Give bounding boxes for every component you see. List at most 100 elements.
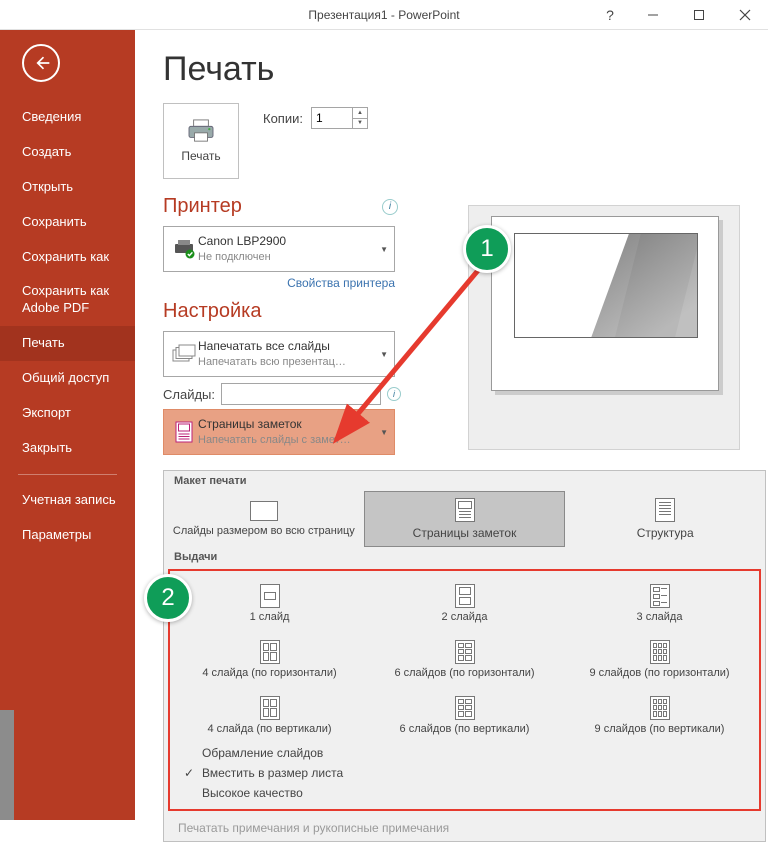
printer-icon [186, 119, 216, 143]
title-bar: Презентация1 - PowerPoint ? [0, 0, 768, 30]
minimize-button[interactable] [630, 0, 676, 30]
handout-6h[interactable]: 6 слайдов (по горизонтали) [367, 631, 562, 687]
preview-page [491, 216, 719, 391]
chevron-down-icon: ▼ [380, 428, 388, 437]
handout-label: 9 слайдов (по вертикали) [595, 723, 725, 735]
layout-item-label: Структура [637, 526, 694, 540]
copies-spinner[interactable]: ▲ ▼ [311, 107, 368, 129]
handout-label: 4 слайда (по горизонтали) [202, 667, 336, 679]
handout-9v[interactable]: 9 слайдов (по вертикали) [562, 687, 757, 743]
option-frame-slides[interactable]: Обрамление слайдов [172, 743, 757, 763]
sidebar-item-saveas-pdf[interactable]: Сохранить как Adobe PDF [0, 274, 135, 326]
sidebar-item-new[interactable]: Создать [0, 135, 135, 170]
option-fit-to-page[interactable]: Вместить в размер листа [172, 763, 757, 783]
handout-4h[interactable]: 4 слайда (по горизонтали) [172, 631, 367, 687]
layout-full-page[interactable]: Слайды размером во всю страницу [164, 491, 364, 547]
slide-thumbnail [514, 233, 698, 338]
handout-1-icon [260, 584, 280, 608]
handout-4v-icon [260, 696, 280, 720]
spinner-down-icon[interactable]: ▼ [353, 119, 367, 129]
chevron-down-icon: ▼ [380, 350, 388, 359]
back-button[interactable] [22, 44, 60, 82]
handout-3[interactable]: 3 слайда [562, 575, 757, 631]
scrollbar-thumb[interactable] [0, 710, 14, 820]
option-high-quality[interactable]: Высокое качество [172, 783, 757, 803]
handout-label: 2 слайда [442, 611, 488, 623]
handout-4v[interactable]: 4 слайда (по вертикали) [172, 687, 367, 743]
backstage-sidebar: Сведения Создать Открыть Сохранить Сохра… [0, 30, 135, 820]
notes-page-icon [170, 421, 198, 443]
layout-item-label: Слайды размером во всю страницу [169, 525, 359, 537]
handout-label: 6 слайдов (по вертикали) [400, 723, 530, 735]
sidebar-separator [18, 474, 117, 475]
handouts-section: 1 слайд 2 слайда 3 слайда 4 слайда (по г… [168, 569, 761, 811]
sidebar-item-account[interactable]: Учетная запись [0, 483, 135, 518]
print-range-main: Напечатать все слайды [198, 339, 380, 355]
arrow-left-icon [31, 53, 51, 73]
page-heading: Печать [163, 50, 768, 89]
sidebar-item-save[interactable]: Сохранить [0, 205, 135, 240]
handouts-group-label: Выдачи [164, 547, 765, 567]
handout-label: 4 слайда (по вертикали) [207, 723, 331, 735]
printer-name: Canon LBP2900 [198, 234, 380, 250]
handout-2[interactable]: 2 слайда [367, 575, 562, 631]
sidebar-item-open[interactable]: Открыть [0, 170, 135, 205]
handout-4h-icon [260, 640, 280, 664]
slides-label: Слайды: [163, 387, 215, 402]
info-icon[interactable]: i [387, 387, 401, 401]
printer-status-icon [170, 239, 198, 259]
handout-label: 6 слайдов (по горизонтали) [394, 667, 534, 679]
sidebar-item-saveas[interactable]: Сохранить как [0, 240, 135, 275]
handout-3-icon [650, 584, 670, 608]
printer-properties-link[interactable]: Свойства принтера [163, 276, 395, 290]
handout-9h-icon [650, 640, 670, 664]
slides-stack-icon [170, 344, 198, 364]
outline-icon [655, 498, 675, 522]
layout-main: Страницы заметок [198, 417, 380, 433]
spinner-up-icon[interactable]: ▲ [353, 108, 367, 119]
print-button-label: Печать [181, 149, 220, 163]
slides-input[interactable] [221, 383, 381, 405]
help-button[interactable]: ? [590, 7, 630, 23]
handout-label: 9 слайдов (по горизонтали) [589, 667, 729, 679]
maximize-button[interactable] [676, 0, 722, 30]
layout-dropdown-popup: Макет печати Слайды размером во всю стра… [163, 470, 766, 842]
print-button[interactable]: Печать [163, 103, 239, 179]
close-button[interactable] [722, 0, 768, 30]
handout-6v-icon [455, 696, 475, 720]
handout-label: 1 слайд [250, 611, 290, 623]
layout-combo[interactable]: Страницы заметок Напечатать слайды с зам… [163, 409, 395, 455]
handout-1[interactable]: 1 слайд [172, 575, 367, 631]
handout-label: 3 слайда [637, 611, 683, 623]
copies-label: Копии: [263, 111, 303, 126]
callout-badge-1: 1 [463, 225, 511, 273]
print-range-combo[interactable]: Напечатать все слайды Напечатать всю пре… [163, 331, 395, 377]
option-print-comments: Печатать примечания и рукописные примеча… [164, 815, 765, 841]
layout-notes[interactable]: Страницы заметок [364, 491, 566, 547]
notes-page-icon [455, 498, 475, 522]
window-title: Презентация1 - PowerPoint [308, 8, 459, 22]
printer-heading: Принтер [163, 195, 242, 218]
print-range-sub: Напечатать всю презентац… [198, 355, 380, 369]
sidebar-item-export[interactable]: Экспорт [0, 396, 135, 431]
callout-badge-2: 2 [144, 574, 192, 622]
full-page-slide-icon [250, 501, 278, 521]
handout-9h[interactable]: 9 слайдов (по горизонтали) [562, 631, 757, 687]
sidebar-item-close[interactable]: Закрыть [0, 431, 135, 466]
settings-heading: Настройка [163, 300, 261, 323]
sidebar-item-print[interactable]: Печать [0, 326, 135, 361]
handout-6h-icon [455, 640, 475, 664]
printer-combo[interactable]: Canon LBP2900 Не подключен ▼ [163, 226, 395, 272]
layout-sub: Напечатать слайды с замет… [198, 433, 380, 447]
layout-outline[interactable]: Структура [565, 491, 765, 547]
sidebar-item-options[interactable]: Параметры [0, 518, 135, 553]
sidebar-item-share[interactable]: Общий доступ [0, 361, 135, 396]
handout-2-icon [455, 584, 475, 608]
layout-group-label: Макет печати [164, 471, 765, 491]
sidebar-item-info[interactable]: Сведения [0, 100, 135, 135]
layout-item-label: Страницы заметок [413, 526, 517, 540]
handout-6v[interactable]: 6 слайдов (по вертикали) [367, 687, 562, 743]
info-icon[interactable]: i [382, 199, 398, 215]
copies-input[interactable] [312, 108, 352, 128]
chevron-down-icon: ▼ [380, 245, 388, 254]
